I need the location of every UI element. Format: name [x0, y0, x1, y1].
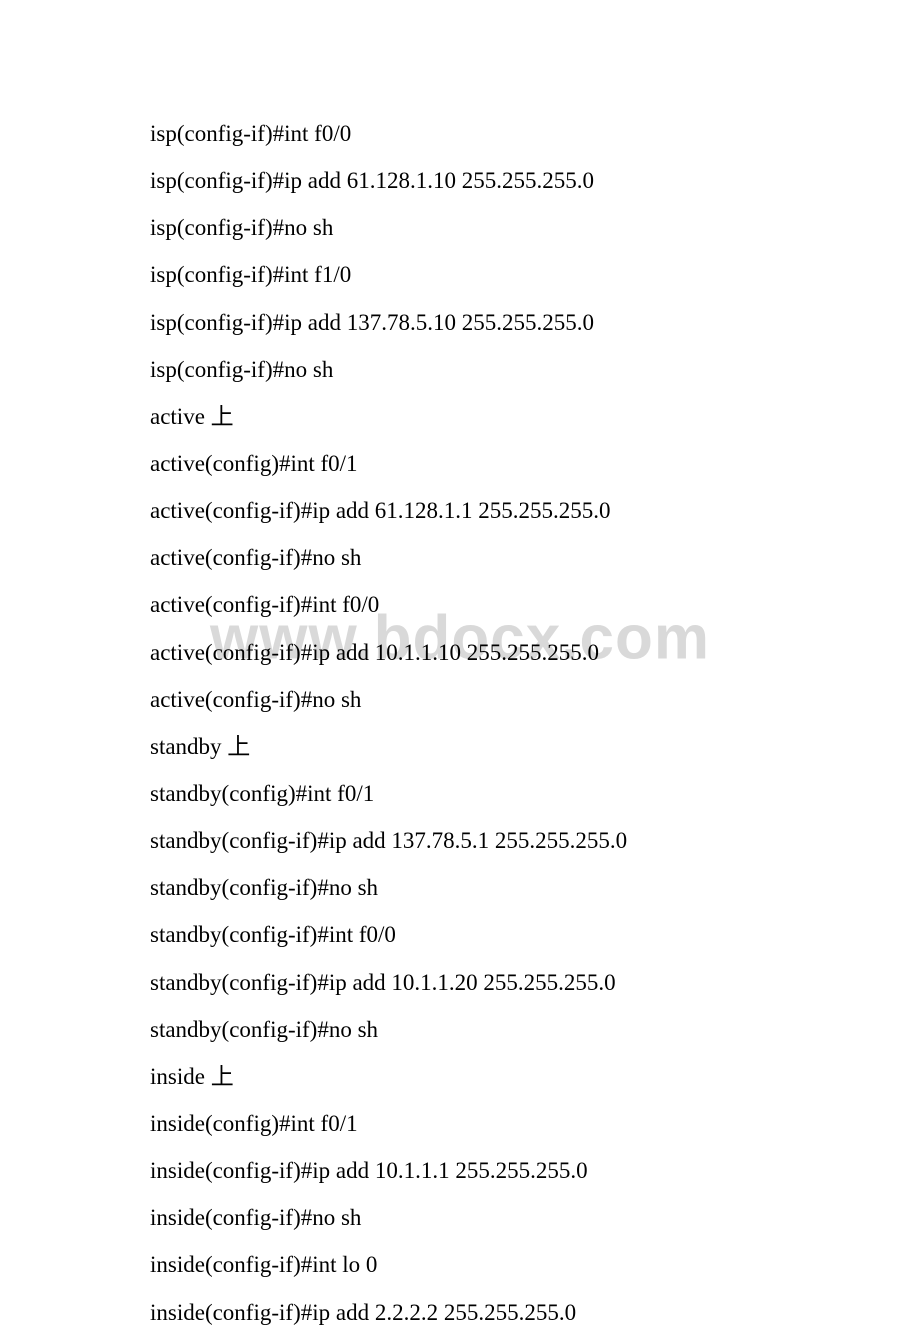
config-line: active 上 [150, 393, 770, 440]
config-line: standby(config-if)#no sh [150, 864, 770, 911]
config-line: isp(config-if)#no sh [150, 204, 770, 251]
document-body: isp(config-if)#int f0/0 isp(config-if)#i… [150, 110, 770, 1336]
config-line: isp(config-if)#int f1/0 [150, 251, 770, 298]
config-line: standby(config-if)#no sh [150, 1006, 770, 1053]
config-line: inside 上 [150, 1053, 770, 1100]
config-line: standby(config)#int f0/1 [150, 770, 770, 817]
config-line: active(config)#int f0/1 [150, 440, 770, 487]
config-line: inside(config)#int f0/1 [150, 1100, 770, 1147]
config-line: inside(config-if)#ip add 10.1.1.1 255.25… [150, 1147, 770, 1194]
config-line: isp(config-if)#int f0/0 [150, 110, 770, 157]
config-line: isp(config-if)#no sh [150, 346, 770, 393]
config-line: inside(config-if)#ip add 2.2.2.2 255.255… [150, 1289, 770, 1336]
config-line: active(config-if)#ip add 10.1.1.10 255.2… [150, 629, 770, 676]
config-line: isp(config-if)#ip add 61.128.1.10 255.25… [150, 157, 770, 204]
config-line: active(config-if)#no sh [150, 676, 770, 723]
config-line: active(config-if)#ip add 61.128.1.1 255.… [150, 487, 770, 534]
config-line: standby(config-if)#int f0/0 [150, 911, 770, 958]
config-line: active(config-if)#no sh [150, 534, 770, 581]
config-line: isp(config-if)#ip add 137.78.5.10 255.25… [150, 299, 770, 346]
config-line: inside(config-if)#no sh [150, 1194, 770, 1241]
config-line: standby 上 [150, 723, 770, 770]
config-line: standby(config-if)#ip add 10.1.1.20 255.… [150, 959, 770, 1006]
config-line: active(config-if)#int f0/0 [150, 581, 770, 628]
config-line: inside(config-if)#int lo 0 [150, 1241, 770, 1288]
config-line: standby(config-if)#ip add 137.78.5.1 255… [150, 817, 770, 864]
